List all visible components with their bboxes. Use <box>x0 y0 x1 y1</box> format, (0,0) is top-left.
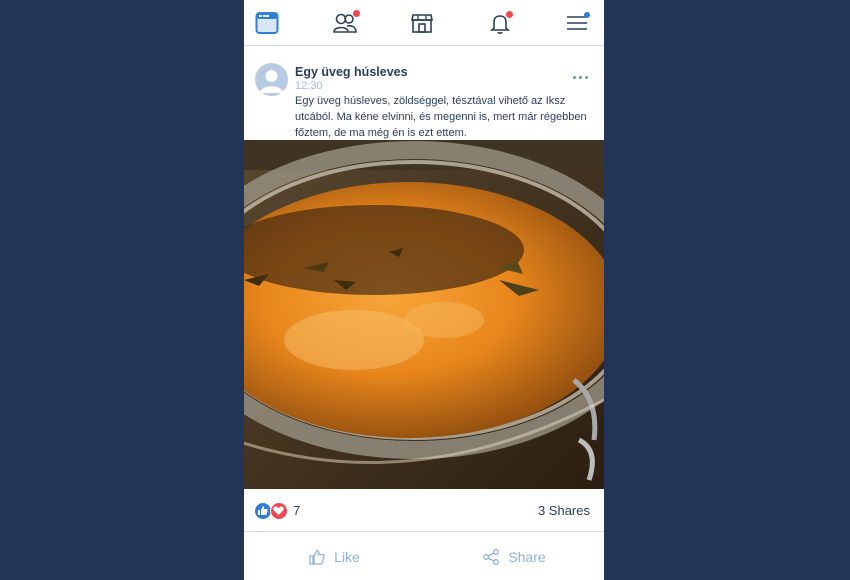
post-actions: Like Share <box>244 533 604 580</box>
post-header: Egy üveg húsleves 12:30 Egy üveg húsleve… <box>244 46 604 140</box>
menu-badge <box>584 11 590 18</box>
reactions-bar: 7 3 Shares <box>244 489 604 532</box>
share-count[interactable]: 3 Shares <box>538 503 590 518</box>
soup-jar-illustration <box>244 140 604 489</box>
share-button[interactable]: Share <box>424 533 604 580</box>
thumbs-up-icon <box>309 549 325 565</box>
avatar[interactable] <box>255 63 288 96</box>
nav-notifications[interactable] <box>487 10 513 36</box>
friends-badge <box>352 9 360 17</box>
nav-menu[interactable] <box>564 10 590 36</box>
reaction-count[interactable]: 7 <box>293 503 300 518</box>
post-author[interactable]: Egy üveg húsleves <box>295 65 408 79</box>
post-time: 12:30 <box>295 80 323 92</box>
avatar-placeholder-icon <box>260 70 283 93</box>
browser-window-icon <box>255 11 279 34</box>
post-text: Egy üveg húsleves, zöldséggel, tésztával… <box>295 95 587 139</box>
nav-home[interactable] <box>254 10 280 36</box>
love-reaction-icon[interactable] <box>270 502 288 520</box>
share-label: Share <box>508 548 546 565</box>
share-icon <box>483 548 500 565</box>
nav-friends[interactable] <box>332 9 360 36</box>
more-dots-icon[interactable] <box>573 76 588 79</box>
marketplace-icon <box>411 13 433 33</box>
phone-screen: Egy üveg húsleves 12:30 Egy üveg húsleve… <box>244 0 604 580</box>
top-nav <box>244 0 604 46</box>
notifications-badge <box>505 10 513 18</box>
like-button[interactable]: Like <box>244 533 424 580</box>
like-label: Like <box>334 548 360 565</box>
soup-jar-photo[interactable] <box>244 140 604 489</box>
nav-marketplace[interactable] <box>409 10 435 36</box>
